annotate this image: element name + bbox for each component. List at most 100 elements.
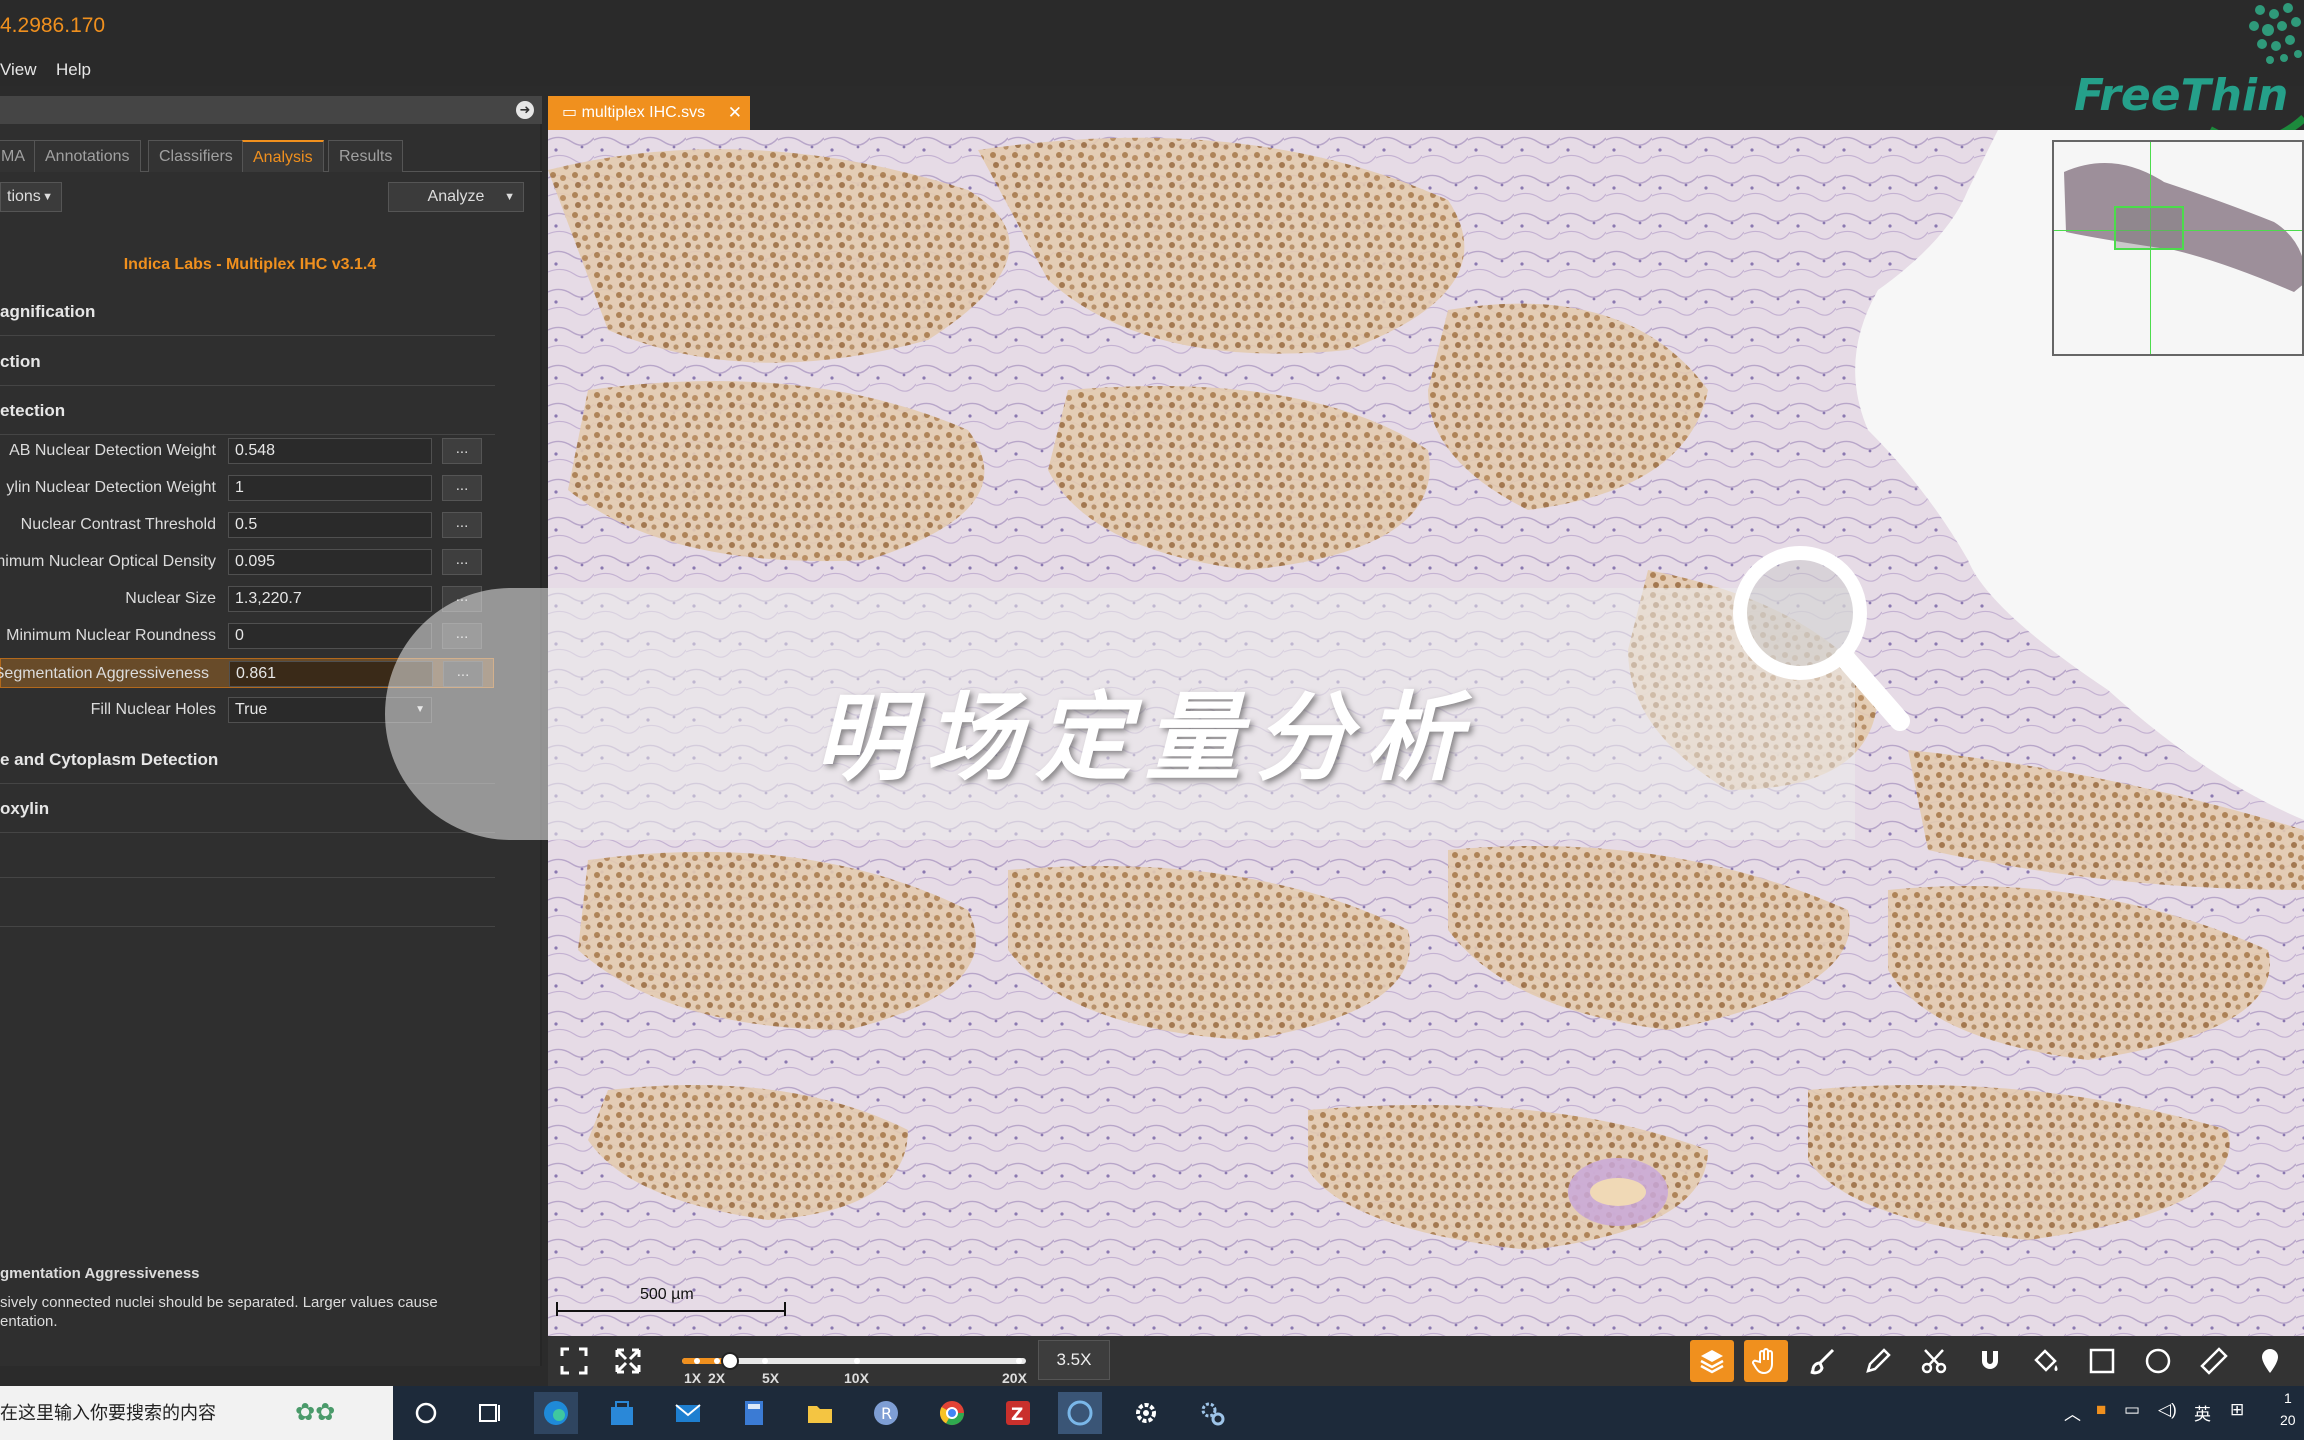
- fit-to-window-icon[interactable]: [606, 1340, 650, 1382]
- calculator-icon[interactable]: [732, 1392, 776, 1434]
- param-label: AB Nuclear Detection Weight: [9, 442, 216, 459]
- section-divider: [0, 897, 495, 927]
- menu-bar: View Help: [0, 56, 2304, 86]
- param-input[interactable]: 1: [228, 475, 432, 501]
- menu-view[interactable]: View: [0, 60, 37, 80]
- help-line: entation.: [0, 1313, 58, 1330]
- file-explorer-icon[interactable]: [798, 1392, 842, 1434]
- section-divider: [0, 848, 495, 878]
- param-input[interactable]: 0.095: [228, 549, 432, 575]
- zoom-slider[interactable]: 1X 2X 5X 10X 20X: [682, 1350, 1027, 1386]
- viewport-rectangle[interactable]: [2114, 206, 2184, 250]
- algorithm-name: Indica Labs - Multiplex IHC v3.1.4: [123, 256, 377, 273]
- fullscreen-icon[interactable]: [552, 1340, 596, 1382]
- chevron-down-icon: ▼: [504, 191, 515, 203]
- scale-bar-tick: [556, 1302, 558, 1316]
- mail-icon[interactable]: [666, 1392, 710, 1434]
- rectangle-tool-icon[interactable]: [2080, 1340, 2124, 1382]
- zoom-stop: [762, 1358, 768, 1364]
- zoom-slider-knob[interactable]: [721, 1352, 740, 1370]
- tab-results[interactable]: Results: [328, 140, 404, 172]
- ellipsis-button[interactable]: ...: [442, 549, 482, 575]
- fill-bucket-icon[interactable]: [2024, 1340, 2068, 1382]
- store-icon[interactable]: [600, 1392, 644, 1434]
- magnet-icon[interactable]: [1968, 1340, 2012, 1382]
- panel-tabs: MA Annotations Classifiers Analysis Resu…: [0, 140, 542, 172]
- ime-indicator[interactable]: 英: [2194, 1400, 2211, 1425]
- task-view-icon[interactable]: [468, 1392, 512, 1434]
- ruler-icon[interactable]: [2192, 1340, 2236, 1382]
- ellipsis-button[interactable]: ...: [442, 438, 482, 464]
- param-label: Minimum Nuclear Roundness: [6, 627, 216, 644]
- settings-gear-icon[interactable]: [1124, 1392, 1168, 1434]
- cortana-icon[interactable]: [404, 1392, 448, 1434]
- overlay-title: 明场定量分析: [815, 682, 1475, 794]
- r-app-icon[interactable]: R: [864, 1392, 908, 1434]
- taskbar-search[interactable]: 在这里输入你要搜索的内容 ✿✿: [0, 1386, 393, 1440]
- tray-app-icon[interactable]: ■: [2096, 1400, 2106, 1420]
- clock-date[interactable]: 20: [2280, 1412, 2296, 1428]
- edge-browser-icon[interactable]: [534, 1392, 578, 1434]
- brush-icon[interactable]: [1800, 1340, 1844, 1382]
- param-input[interactable]: 1.3,220.7: [228, 586, 432, 612]
- clock-time[interactable]: 1: [2284, 1390, 2292, 1406]
- volume-icon[interactable]: ◁): [2158, 1400, 2177, 1420]
- overview-thumbnail[interactable]: [2052, 140, 2304, 356]
- analyze-dropdown-label: Analyze: [427, 188, 485, 205]
- param-input[interactable]: 0: [228, 623, 432, 649]
- ellipsis-button[interactable]: ...: [442, 475, 482, 501]
- document-tab-label: multiplex IHC.svs: [581, 104, 706, 121]
- help-title: gmentation Aggressiveness: [0, 1265, 200, 1282]
- scissors-icon[interactable]: [1912, 1340, 1956, 1382]
- tab-classifiers[interactable]: Classifiers: [148, 140, 244, 172]
- fill-holes-value: True: [235, 701, 268, 718]
- param-row: Nuclear Size 1.3,220.7 ...: [0, 584, 500, 614]
- section-magnification[interactable]: agnification: [0, 302, 495, 336]
- halo-app-icon[interactable]: [1058, 1392, 1102, 1434]
- analyze-dropdown[interactable]: Analyze ▼: [388, 182, 524, 212]
- zoom-level[interactable]: 3.5X: [1038, 1340, 1110, 1380]
- tab-ma[interactable]: MA: [0, 140, 36, 172]
- section-detection[interactable]: ction: [0, 352, 495, 386]
- zoom-stop: [854, 1358, 860, 1364]
- actions-dropdown-label: tions: [7, 188, 41, 205]
- close-icon[interactable]: ✕: [728, 96, 742, 130]
- gears-icon[interactable]: [1190, 1392, 1234, 1434]
- ellipsis-button[interactable]: ...: [442, 512, 482, 538]
- zoom-tick-label: 2X: [708, 1370, 726, 1386]
- tab-annotations[interactable]: Annotations: [34, 140, 141, 172]
- param-row: AB Nuclear Detection Weight 0.548 ...: [0, 436, 500, 466]
- taskbar-search-placeholder: 在这里输入你要搜索的内容: [0, 1403, 216, 1423]
- ellipse-tool-icon[interactable]: [2136, 1340, 2180, 1382]
- section-hematoxylin[interactable]: oxylin: [0, 799, 495, 833]
- chevron-down-icon: ▼: [42, 191, 53, 203]
- pin-icon[interactable]: ➜: [516, 101, 534, 119]
- pin-marker-icon[interactable]: [2248, 1340, 2292, 1382]
- param-input[interactable]: 0.5: [228, 512, 432, 538]
- param-label: Fill Nuclear Holes: [90, 701, 216, 718]
- network-icon[interactable]: ▭: [2124, 1400, 2140, 1420]
- window-title: 4.2986.170: [0, 14, 106, 37]
- section-nuclear-detection[interactable]: etection: [0, 401, 495, 435]
- help-line: sively connected nuclei should be separa…: [0, 1294, 438, 1311]
- param-label: ylin Nuclear Detection Weight: [6, 479, 216, 496]
- param-label: Nuclear Size: [125, 590, 216, 607]
- tab-analysis[interactable]: Analysis: [242, 140, 324, 172]
- ime-mode-icon[interactable]: ⊞: [2230, 1400, 2244, 1420]
- filezilla-icon[interactable]: Z: [996, 1392, 1040, 1434]
- document-tab[interactable]: ▭ multiplex IHC.svs ✕: [548, 96, 750, 130]
- title-bar: 4.2986.170: [0, 0, 2304, 56]
- pencil-icon[interactable]: [1856, 1340, 1900, 1382]
- zoom-tick-label: 20X: [1002, 1370, 1027, 1386]
- actions-dropdown[interactable]: tions ▼: [0, 182, 62, 212]
- menu-help[interactable]: Help: [56, 60, 91, 80]
- tray-chevron-icon[interactable]: ︿: [2064, 1400, 2081, 1425]
- scale-bar-label: 500 µm: [640, 1286, 694, 1303]
- param-input[interactable]: 0.548: [228, 438, 432, 464]
- chrome-icon[interactable]: [930, 1392, 974, 1434]
- zoom-tick-label: 10X: [844, 1370, 869, 1386]
- help-text: gmentation Aggressiveness sively connect…: [0, 1264, 520, 1331]
- pan-hand-icon[interactable]: [1744, 1340, 1788, 1382]
- scale-bar-line: [556, 1310, 786, 1312]
- layers-icon[interactable]: [1690, 1340, 1734, 1382]
